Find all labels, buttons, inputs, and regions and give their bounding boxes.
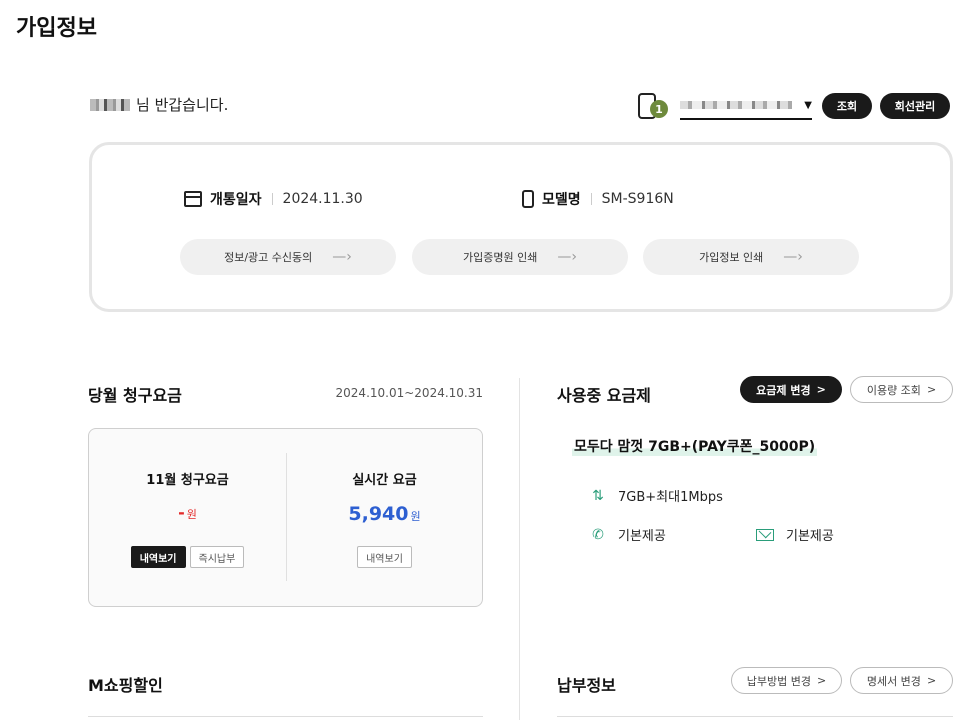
model-label: 모델명: [542, 192, 581, 208]
payment-section-title: 납부정보: [557, 676, 616, 695]
monthly-bill-amount: -원: [89, 503, 286, 522]
mail-icon: [756, 528, 774, 541]
up-down-arrows-icon: ⇅: [592, 487, 604, 504]
caret-down-icon: ▼: [804, 99, 812, 111]
masked-user-name: [90, 98, 130, 111]
arrow-right-icon: —›: [557, 249, 577, 265]
plan-data-row: ⇅ 7GB+최대1Mbps: [590, 486, 723, 506]
marketing-consent-button[interactable]: 정보/광고 수신동의 —›: [180, 239, 396, 275]
change-payment-method-label: 납부방법 변경: [746, 674, 811, 688]
line-management-button[interactable]: 회선관리: [880, 93, 950, 119]
greeting: 님 반갑습니다.: [90, 94, 228, 115]
monthly-bill-title: 11월 청구요금: [146, 473, 229, 488]
monthly-detail-button[interactable]: 내역보기: [130, 546, 186, 568]
chevron-right-icon: >: [926, 674, 937, 687]
subscription-info-card: 개통일자 2024.11.30 모델명 SM-S916N 정보/광고 수신동의 …: [89, 142, 953, 312]
masked-phone-number: [680, 101, 792, 109]
print-subscription-info-label: 가입정보 인쇄: [699, 251, 764, 264]
realtime-bill-amount: 5,940 원: [286, 503, 483, 525]
marketing-consent-label: 정보/광고 수신동의: [224, 251, 313, 264]
greeting-text: 님 반갑습니다.: [136, 96, 229, 114]
plan-section-title: 사용중 요금제: [557, 386, 651, 405]
monthly-bill-unit: 원: [186, 508, 197, 521]
bill-card: 11월 청구요금 -원 내역보기 즉시납부 실시간 요금 5,940 원 내역보기: [88, 428, 483, 607]
bill-section-title: 당월 청구요금: [88, 386, 182, 405]
page-title: 가입정보: [16, 16, 97, 41]
chevron-right-icon: >: [816, 383, 826, 396]
monthly-bill-column: 11월 청구요금 -원 내역보기 즉시납부: [89, 429, 286, 606]
mshopping-table-top-border: [88, 716, 483, 717]
realtime-bill-title: 실시간 요금: [352, 473, 417, 488]
model-row: 모델명 SM-S916N: [522, 189, 674, 209]
open-date-value: 2024.11.30: [282, 191, 363, 207]
open-date-label: 개통일자: [210, 192, 262, 208]
payment-table-top-border: [557, 716, 953, 717]
arrow-right-icon: —›: [783, 249, 803, 265]
plan-sms-value: 기본제공: [786, 529, 834, 544]
print-certificate-button[interactable]: 가입증명원 인쇄 —›: [412, 239, 628, 275]
divider: [271, 193, 273, 205]
arrow-right-icon: —›: [332, 249, 352, 265]
plan-name: 모두다 맘껏 7GB+(PAY쿠폰_5000P): [572, 436, 818, 456]
bill-period: 2024.10.01~2024.10.31: [335, 386, 483, 400]
realtime-bill-value: 5,940: [348, 503, 409, 525]
mshopping-section-title: M쇼핑할인: [88, 676, 163, 695]
line-number-select[interactable]: ▼: [680, 92, 812, 120]
usage-lookup-button[interactable]: 이용량 조회 >: [850, 376, 953, 403]
plan-voice-value: 기본제공: [618, 529, 666, 544]
monthly-bill-buttons: 내역보기 즉시납부: [89, 546, 286, 568]
divider: [590, 193, 592, 205]
plan-sms-row: 기본제공: [756, 525, 834, 544]
realtime-bill-unit: 원: [410, 510, 421, 523]
lookup-button[interactable]: 조회: [822, 93, 872, 119]
change-statement-button[interactable]: 명세서 변경 >: [850, 667, 953, 694]
usage-lookup-label: 이용량 조회: [866, 383, 921, 397]
realtime-detail-button[interactable]: 내역보기: [357, 546, 412, 568]
instant-pay-button[interactable]: 즉시납부: [189, 546, 245, 568]
plan-voice-row: ✆ 기본제공: [590, 525, 666, 545]
change-plan-label: 요금제 변경: [756, 383, 811, 397]
phone-icon: 1: [638, 93, 668, 119]
open-date-row: 개통일자 2024.11.30: [184, 189, 363, 209]
chevron-right-icon: >: [817, 674, 827, 687]
line-count-badge: 1: [650, 100, 668, 118]
model-value: SM-S916N: [601, 191, 674, 207]
realtime-bill-column: 실시간 요금 5,940 원 내역보기: [286, 429, 483, 606]
plan-data-value: 7GB+최대1Mbps: [618, 490, 723, 505]
change-plan-button[interactable]: 요금제 변경 >: [740, 376, 842, 403]
print-subscription-info-button[interactable]: 가입정보 인쇄 —›: [643, 239, 859, 275]
chevron-right-icon: >: [926, 383, 937, 396]
mobile-icon: [522, 190, 534, 208]
change-statement-label: 명세서 변경: [866, 674, 921, 688]
print-certificate-label: 가입증명원 인쇄: [463, 251, 538, 264]
line-selector: 1 ▼ 조회 회선관리: [638, 92, 950, 120]
realtime-bill-buttons: 내역보기: [286, 546, 483, 568]
change-payment-method-button[interactable]: 납부방법 변경 >: [731, 667, 842, 694]
section-divider: [519, 378, 520, 720]
phone-call-icon: ✆: [592, 526, 604, 543]
calendar-icon: [184, 191, 202, 207]
monthly-bill-value: -: [178, 503, 185, 522]
